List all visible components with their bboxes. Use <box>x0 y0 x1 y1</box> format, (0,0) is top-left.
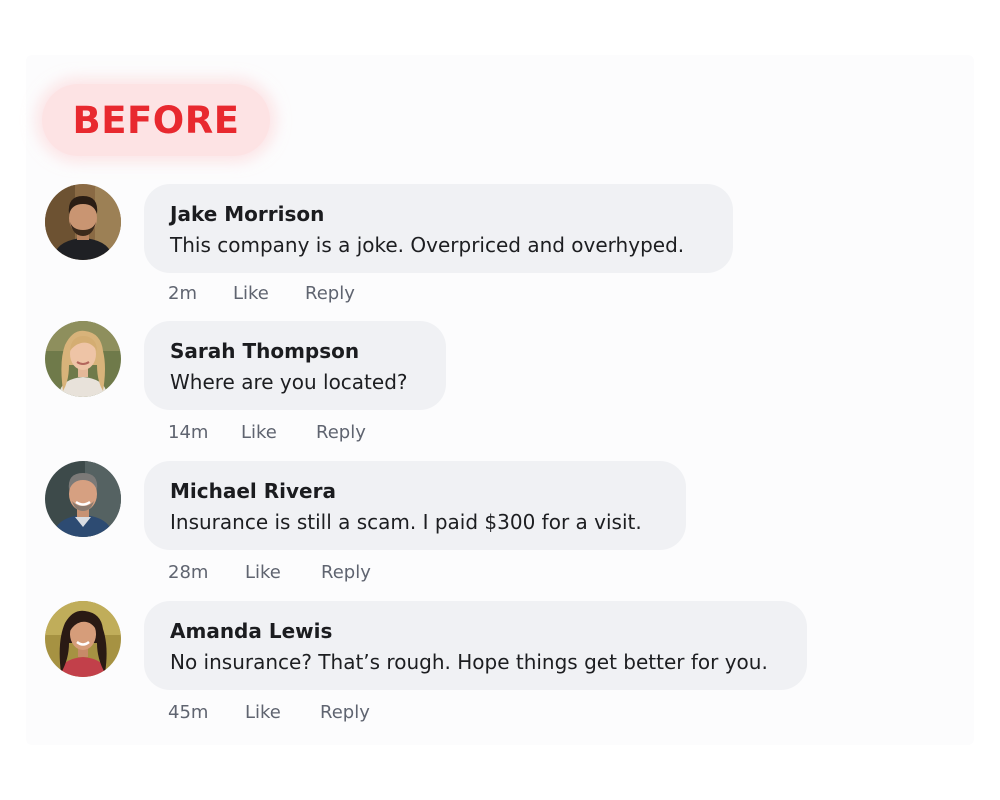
man-dark-hair-beard-avatar-icon <box>45 184 121 260</box>
man-gray-hair-avatar-icon <box>45 461 121 537</box>
like-button[interactable]: Like <box>245 702 281 723</box>
avatar[interactable] <box>45 321 121 397</box>
comment-text: Insurance is still a scam. I paid $300 f… <box>170 510 642 534</box>
comment-author[interactable]: Jake Morrison <box>170 201 707 227</box>
comment-timestamp: 14m <box>168 422 209 443</box>
before-badge-label: BEFORE <box>72 98 240 142</box>
comment-bubble: Amanda Lewis No insurance? That’s rough.… <box>144 601 807 690</box>
avatar[interactable] <box>45 184 121 260</box>
woman-blonde-hair-avatar-icon <box>45 321 121 397</box>
reply-button[interactable]: Reply <box>321 562 371 583</box>
comment-bubble: Michael Rivera Insurance is still a scam… <box>144 461 686 550</box>
comment-author[interactable]: Michael Rivera <box>170 478 660 504</box>
comment-bubble: Sarah Thompson Where are you located? <box>144 321 446 410</box>
like-button[interactable]: Like <box>233 283 269 304</box>
comment-bubble: Jake Morrison This company is a joke. Ov… <box>144 184 733 273</box>
like-button[interactable]: Like <box>241 422 277 443</box>
comment-timestamp: 28m <box>168 562 209 583</box>
avatar[interactable] <box>45 461 121 537</box>
comment-author[interactable]: Sarah Thompson <box>170 338 420 364</box>
comment-timestamp: 45m <box>168 702 209 723</box>
avatar[interactable] <box>45 601 121 677</box>
reply-button[interactable]: Reply <box>305 283 355 304</box>
comment-text: Where are you located? <box>170 370 408 394</box>
comment-text: No insurance? That’s rough. Hope things … <box>170 650 768 674</box>
before-badge: BEFORE <box>42 84 270 156</box>
comment-author[interactable]: Amanda Lewis <box>170 618 781 644</box>
woman-dark-hair-avatar-icon <box>45 601 121 677</box>
like-button[interactable]: Like <box>245 562 281 583</box>
reply-button[interactable]: Reply <box>316 422 366 443</box>
comment-timestamp: 2m <box>168 283 197 304</box>
reply-button[interactable]: Reply <box>320 702 370 723</box>
comment-text: This company is a joke. Overpriced and o… <box>170 233 685 257</box>
